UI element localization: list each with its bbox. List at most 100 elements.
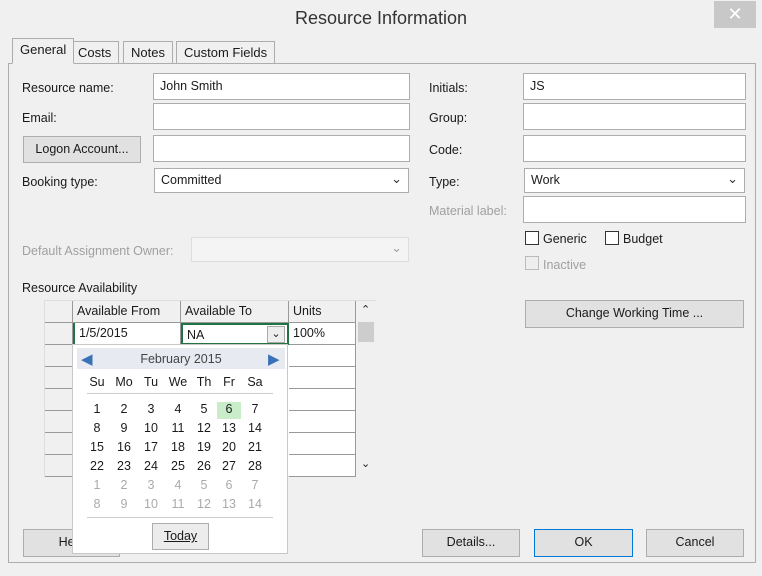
initials-input[interactable]: JS (523, 73, 746, 100)
units-cell[interactable] (289, 455, 356, 477)
calendar-day[interactable]: 12 (192, 421, 216, 435)
row-header[interactable] (45, 433, 73, 455)
type-value: Work (531, 173, 560, 187)
calendar-day[interactable]: 9 (112, 497, 136, 511)
today-button[interactable]: Today (152, 523, 209, 550)
row-header[interactable] (45, 367, 73, 389)
calendar-day[interactable]: 18 (166, 440, 190, 454)
tab-costs[interactable]: Costs (70, 41, 120, 64)
calendar-day[interactable]: 7 (243, 402, 267, 416)
calendar-day[interactable]: 11 (166, 421, 190, 435)
calendar-day[interactable]: 12 (192, 497, 216, 511)
calendar-day[interactable]: 25 (166, 459, 190, 473)
units-cell[interactable] (289, 367, 356, 389)
details-button[interactable]: Details... (422, 529, 520, 557)
tab-custom-fields[interactable]: Custom Fields (176, 41, 276, 64)
type-label: Type: (429, 175, 460, 189)
calendar-day[interactable]: 10 (139, 421, 163, 435)
available-to-cell[interactable]: NA ⌄ (181, 323, 289, 345)
calendar-day[interactable]: 5 (192, 478, 216, 492)
weekday-label: Mo (115, 375, 133, 389)
calendar-day[interactable]: 1 (85, 402, 109, 416)
booking-type-select[interactable]: Committed ⌄ (154, 168, 409, 193)
calendar-day[interactable]: 6 (217, 402, 241, 419)
inactive-checkbox[interactable] (525, 256, 539, 270)
email-input[interactable] (153, 103, 410, 130)
logon-account-button[interactable]: Logon Account... (23, 136, 141, 163)
tab-general[interactable]: General (12, 38, 75, 64)
calendar-day[interactable]: 4 (166, 402, 190, 416)
calendar-day[interactable]: 3 (139, 402, 163, 416)
chevron-down-icon[interactable]: ⌄ (267, 326, 285, 343)
calendar-day[interactable]: 24 (139, 459, 163, 473)
calendar-day[interactable]: 22 (85, 459, 109, 473)
tab-notes[interactable]: Notes (123, 41, 173, 64)
logon-account-input[interactable] (153, 135, 410, 162)
scrollbar-thumb[interactable] (358, 322, 374, 342)
units-cell[interactable] (289, 389, 356, 411)
units-cell[interactable]: 100% (289, 323, 356, 345)
budget-checkbox[interactable] (605, 231, 619, 245)
calendar-day[interactable]: 13 (217, 421, 241, 435)
calendar-day[interactable]: 1 (85, 478, 109, 492)
row-header[interactable] (45, 389, 73, 411)
calendar-day[interactable]: 8 (85, 421, 109, 435)
cancel-button[interactable]: Cancel (646, 529, 744, 557)
row-header[interactable] (45, 323, 73, 345)
weekday-label: Sa (247, 375, 263, 389)
calendar-day[interactable]: 14 (243, 497, 267, 511)
units-cell[interactable] (289, 433, 356, 455)
weekday-label: Su (89, 375, 105, 389)
calendar-day[interactable]: 14 (243, 421, 267, 435)
type-select[interactable]: Work ⌄ (524, 168, 745, 193)
calendar-day[interactable]: 28 (243, 459, 267, 473)
calendar-day[interactable]: 27 (217, 459, 241, 473)
calendar-day[interactable]: 17 (139, 440, 163, 454)
ok-button[interactable]: OK (534, 529, 633, 557)
weekday-label: Th (196, 375, 212, 389)
group-input[interactable] (523, 103, 746, 130)
calendar-day[interactable]: 15 (85, 440, 109, 454)
calendar-day[interactable]: 7 (243, 478, 267, 492)
calendar-day[interactable]: 5 (192, 402, 216, 416)
weekday-label: Tu (143, 375, 159, 389)
units-cell[interactable] (289, 345, 356, 367)
column-header-units[interactable]: Units (289, 301, 356, 323)
calendar-day[interactable]: 11 (166, 497, 190, 511)
scroll-down-icon[interactable]: ⌄ (361, 457, 370, 470)
calendar-day[interactable]: 16 (112, 440, 136, 454)
generic-checkbox[interactable] (525, 231, 539, 245)
code-input[interactable] (523, 135, 746, 162)
available-from-cell[interactable]: 1/5/2015 (73, 323, 181, 345)
default-owner-select[interactable]: ⌄ (191, 237, 409, 262)
calendar-day[interactable]: 20 (217, 440, 241, 454)
calendar-day[interactable]: 23 (112, 459, 136, 473)
change-working-time-button[interactable]: Change Working Time ... (525, 300, 744, 328)
calendar-day[interactable]: 19 (192, 440, 216, 454)
calendar-day[interactable]: 13 (217, 497, 241, 511)
calendar-day[interactable]: 4 (166, 478, 190, 492)
calendar-day[interactable]: 3 (139, 478, 163, 492)
calendar-day[interactable]: 2 (112, 478, 136, 492)
material-label-input[interactable] (523, 196, 746, 223)
next-month-icon[interactable]: ▶ (268, 350, 280, 368)
row-header[interactable] (45, 411, 73, 433)
calendar-day[interactable]: 6 (217, 478, 241, 492)
calendar-day[interactable]: 8 (85, 497, 109, 511)
booking-type-label: Booking type: (22, 175, 98, 189)
close-button[interactable]: ✕ (714, 1, 756, 28)
calendar-day[interactable]: 9 (112, 421, 136, 435)
calendar-day[interactable]: 26 (192, 459, 216, 473)
calendar-day[interactable]: 10 (139, 497, 163, 511)
resource-name-input[interactable]: John Smith (153, 73, 410, 100)
row-header[interactable] (45, 345, 73, 367)
calendar-day[interactable]: 2 (112, 402, 136, 416)
units-cell[interactable] (289, 411, 356, 433)
scroll-up-icon[interactable]: ⌃ (361, 303, 370, 316)
column-header-to[interactable]: Available To (181, 301, 289, 323)
corner-cell (45, 301, 73, 323)
column-header-from[interactable]: Available From (73, 301, 181, 323)
calendar-day[interactable]: 21 (243, 440, 267, 454)
row-header[interactable] (45, 455, 73, 477)
scrollbar[interactable]: ⌃ ⌄ (356, 301, 376, 477)
